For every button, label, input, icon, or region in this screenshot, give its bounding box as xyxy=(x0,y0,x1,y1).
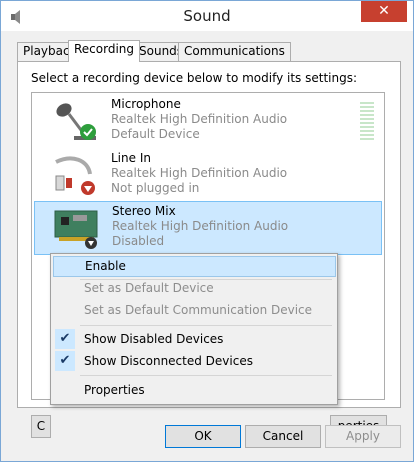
sound-card-icon xyxy=(54,210,98,249)
title-bar[interactable]: Sound ✕ xyxy=(1,1,413,31)
device-row-microphone[interactable]: Microphone Realtek High Definition Audio… xyxy=(34,95,380,147)
device-status: Disabled xyxy=(112,234,165,248)
device-row-line-in[interactable]: Line In Realtek High Definition Audio No… xyxy=(34,149,380,201)
menu-item-label: Show Disabled Devices xyxy=(84,332,224,346)
checkmark-icon: ✔ xyxy=(55,329,75,349)
menu-item-label: Properties xyxy=(84,383,145,397)
checkmark-icon: ✔ xyxy=(55,351,75,371)
menu-item-label: Show Disconnected Devices xyxy=(84,354,253,368)
device-info: Microphone Realtek High Definition Audio… xyxy=(111,97,287,142)
context-menu: Enable Set as Default Device Set as Defa… xyxy=(50,253,338,405)
device-driver: Realtek High Definition Audio xyxy=(111,112,288,126)
device-name: Microphone xyxy=(111,97,181,111)
menu-item-label: Enable xyxy=(85,259,126,273)
device-info: Line In Realtek High Definition Audio No… xyxy=(111,151,287,196)
device-info: Stereo Mix Realtek High Definition Audio… xyxy=(112,204,288,249)
level-meter xyxy=(360,102,374,140)
instruction-text: Select a recording device below to modif… xyxy=(31,71,358,85)
device-driver: Realtek High Definition Audio xyxy=(112,219,289,233)
tab-communications[interactable]: Communications xyxy=(178,42,291,61)
device-driver: Realtek High Definition Audio xyxy=(111,166,288,180)
menu-separator xyxy=(80,375,332,376)
menu-item-label: Set as Default Device xyxy=(84,281,214,295)
configure-button[interactable]: C xyxy=(31,415,51,438)
apply-button[interactable]: Apply xyxy=(325,425,401,448)
menu-item-enable[interactable]: Enable xyxy=(53,256,336,277)
device-row-stereo-mix[interactable]: Stereo Mix Realtek High Definition Audio… xyxy=(34,201,382,255)
menu-item-properties[interactable]: Properties xyxy=(53,380,334,400)
line-in-cable-icon xyxy=(55,156,95,195)
device-status: Default Device xyxy=(111,127,200,141)
menu-item-show-disabled[interactable]: ✔ Show Disabled Devices xyxy=(53,329,334,349)
menu-separator xyxy=(80,325,332,326)
ok-button[interactable]: OK xyxy=(165,425,241,448)
tab-recording[interactable]: Recording xyxy=(68,40,141,62)
close-button[interactable]: ✕ xyxy=(361,1,407,22)
device-status: Not plugged in xyxy=(111,181,200,195)
menu-item-set-default-communication[interactable]: Set as Default Communication Device xyxy=(53,300,334,320)
device-name: Stereo Mix xyxy=(112,204,176,218)
device-name: Line In xyxy=(111,151,151,165)
menu-item-label: Set as Default Communication Device xyxy=(84,303,313,317)
window-title: Sound xyxy=(183,7,231,25)
cancel-button[interactable]: Cancel xyxy=(245,425,321,448)
menu-item-show-disconnected[interactable]: ✔ Show Disconnected Devices xyxy=(53,351,334,371)
microphone-icon xyxy=(56,103,96,140)
menu-item-set-default[interactable]: Set as Default Device xyxy=(53,278,334,298)
